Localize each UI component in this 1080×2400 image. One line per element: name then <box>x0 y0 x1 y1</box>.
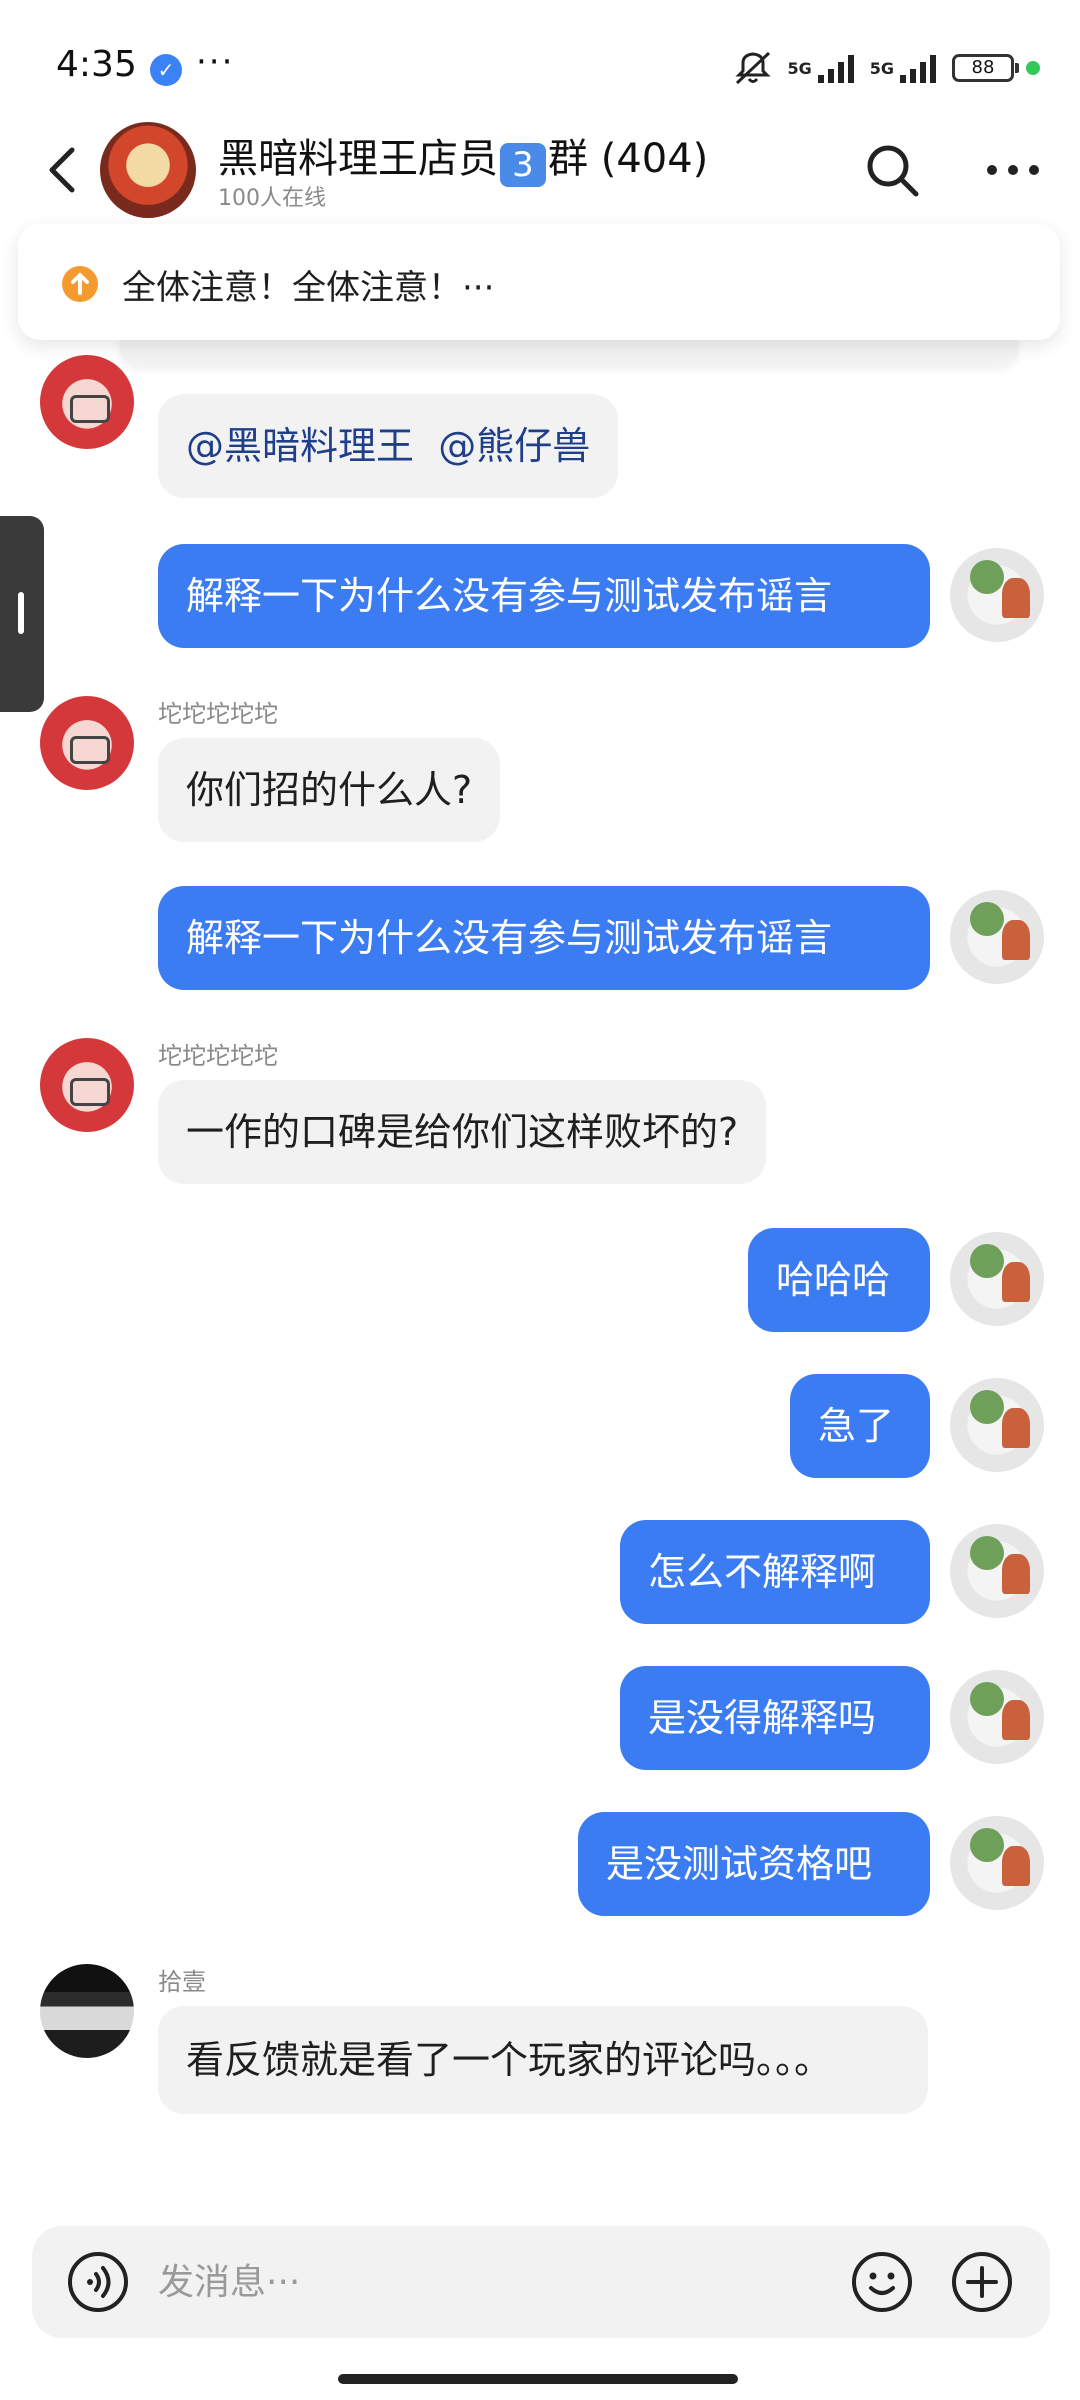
message-input[interactable] <box>158 2254 718 2310</box>
mention-link[interactable]: @熊仔兽 <box>438 424 590 468</box>
emoji-button[interactable] <box>850 2250 914 2314</box>
message-bubble[interactable]: 急了 <box>790 1374 930 1478</box>
self-avatar[interactable] <box>950 1524 1044 1618</box>
self-avatar[interactable] <box>950 1378 1044 1472</box>
self-avatar[interactable] <box>950 1816 1044 1910</box>
message-bubble[interactable]: 一作的口碑是给你们这样败坏的? <box>158 1080 767 1184</box>
home-indicator[interactable] <box>338 2374 738 2384</box>
self-avatar[interactable] <box>950 890 1044 984</box>
sender-name: 坨坨坨坨坨 <box>158 1042 278 1070</box>
floating-side-handle[interactable] <box>0 516 44 712</box>
sender-avatar[interactable] <box>40 355 134 449</box>
announcement-text: 全体注意！全体注意！··· <box>122 268 495 308</box>
message-bubble[interactable]: 解释一下为什么没有参与测试发布谣言 <box>158 544 930 648</box>
sender-name: 坨坨坨坨坨 <box>158 700 278 728</box>
plus-button[interactable] <box>950 2250 1014 2314</box>
sender-avatar[interactable] <box>40 1038 134 1132</box>
announcement-icon <box>62 266 98 302</box>
message-input-bar <box>32 2226 1050 2338</box>
message-bubble[interactable]: 是没测试资格吧 <box>578 1812 930 1916</box>
message-bubble[interactable]: 看反馈就是看了一个玩家的评论吗。。。 <box>158 2006 928 2114</box>
sender-avatar[interactable] <box>40 1964 134 2058</box>
sender-avatar[interactable] <box>40 696 134 790</box>
handle-grip <box>18 592 24 634</box>
message-bubble[interactable]: 哈哈哈 <box>748 1228 930 1332</box>
self-avatar[interactable] <box>950 548 1044 642</box>
announcement-banner[interactable]: 全体注意！全体注意！··· <box>18 224 1060 340</box>
message-bubble[interactable]: @黑暗料理王 @熊仔兽 <box>158 394 619 498</box>
sender-name: 拾壹 <box>158 1968 206 1996</box>
message-bubble[interactable]: 怎么不解释啊 <box>620 1520 930 1624</box>
message-bubble[interactable]: 是没得解释吗 <box>620 1666 930 1770</box>
self-avatar[interactable] <box>950 1232 1044 1326</box>
voice-input-button[interactable] <box>66 2250 130 2314</box>
message-bubble[interactable]: 解释一下为什么没有参与测试发布谣言 <box>158 886 930 990</box>
mention-link[interactable]: @黑暗料理王 <box>186 424 414 468</box>
message-bubble[interactable]: 你们招的什么人? <box>158 738 501 842</box>
self-avatar[interactable] <box>950 1670 1044 1764</box>
